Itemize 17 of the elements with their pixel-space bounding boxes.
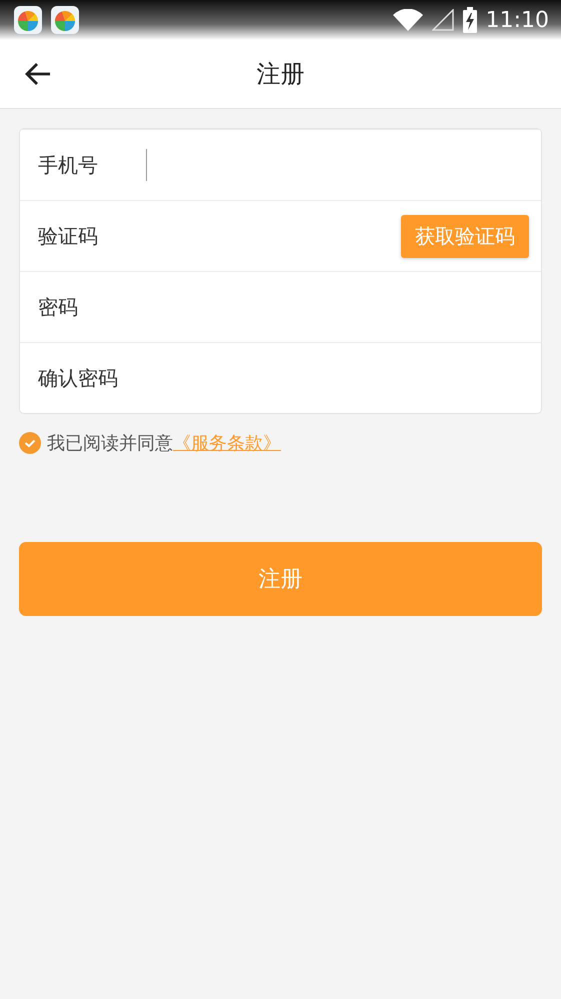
signal-icon bbox=[432, 9, 454, 31]
register-button[interactable]: 注册 bbox=[19, 542, 542, 616]
terms-link[interactable]: 《服务条款》 bbox=[173, 433, 281, 454]
battery-icon bbox=[462, 7, 477, 33]
field-label: 验证码 bbox=[38, 222, 99, 250]
clock-time: 11:10 bbox=[486, 8, 549, 32]
wifi-icon bbox=[392, 9, 423, 31]
app-icon bbox=[14, 6, 42, 34]
checkbox[interactable] bbox=[19, 432, 41, 454]
field-label: 手机号 bbox=[38, 152, 99, 178]
field-label: 确认密码 bbox=[38, 364, 119, 392]
field-label: 密码 bbox=[38, 294, 79, 320]
get-code-button[interactable]: 获取验证码 bbox=[401, 214, 529, 258]
back-arrow-icon bbox=[24, 62, 52, 86]
agreement-text: 我已阅读并同意 bbox=[47, 433, 173, 454]
app-icon bbox=[51, 6, 79, 34]
page-title: 注册 bbox=[256, 60, 304, 88]
